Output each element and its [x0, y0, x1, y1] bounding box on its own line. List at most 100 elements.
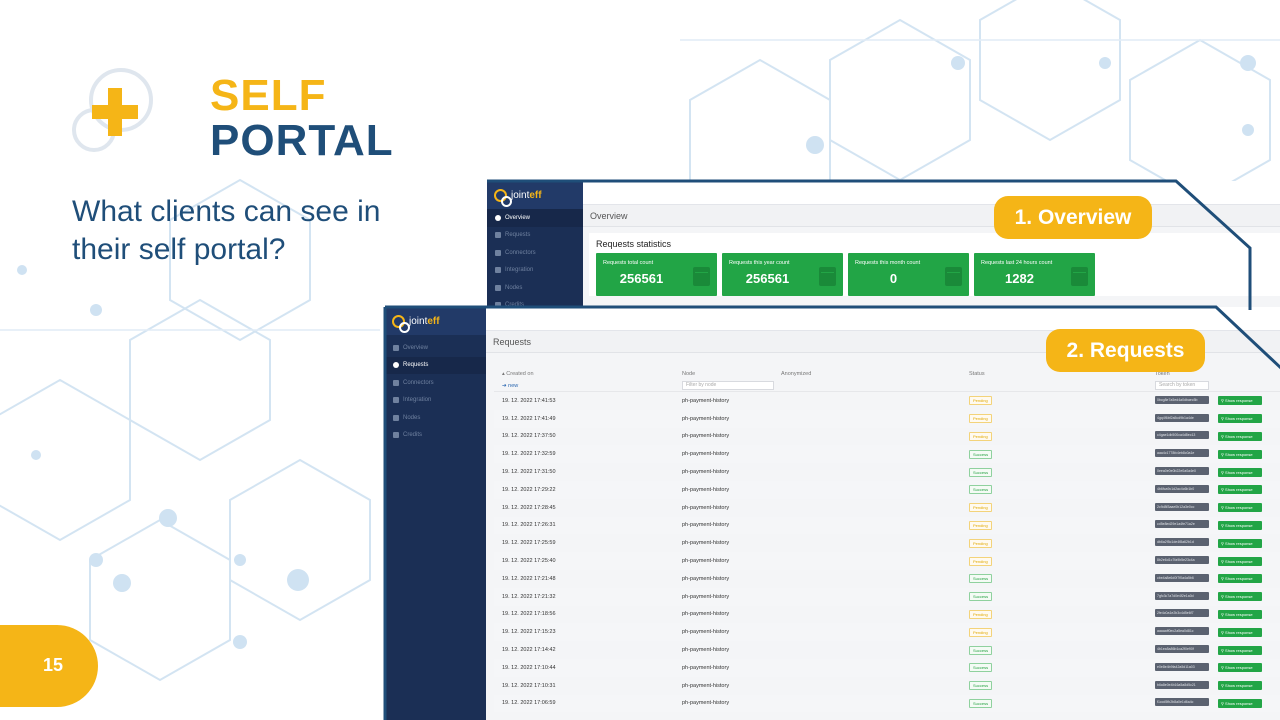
- token-chip[interactable]: 0eea0e0e0b22e0a0a4e0: [1155, 467, 1209, 476]
- col-token: Token: [1155, 371, 1170, 377]
- sidebar-item-integration[interactable]: Integration: [487, 262, 583, 280]
- cell-node: ph-payment-history: [682, 433, 730, 440]
- stat-card-month: Requests this month count 0: [848, 253, 969, 296]
- overview-main: Overview Requests statistics Requests to…: [583, 181, 1280, 311]
- table-row: 19. 12. 2022 17:41:53 ph-payment-history P…: [494, 392, 1280, 410]
- plug-icon: [495, 249, 501, 256]
- cell-node: ph-payment-history: [682, 415, 730, 422]
- token-chip[interactable]: 4b1ea5a86b1ca2f0e90f: [1155, 645, 1209, 654]
- cell-status: Success: [969, 645, 1155, 655]
- token-chip[interactable]: b6a8e0e4b16a5a8d5c21: [1155, 680, 1209, 689]
- status-badge: Success: [969, 449, 993, 459]
- show-response-button[interactable]: ⚲ Show response: [1218, 503, 1262, 513]
- token-chip[interactable]: 2fe4c0a1e2b3c4d5e6f7: [1155, 609, 1209, 618]
- token-chip[interactable]: 4gq4f6bf2a5cd9b1a4de: [1155, 413, 1209, 422]
- cell-status: Success: [969, 592, 1155, 602]
- cell-node: ph-payment-history: [682, 664, 730, 671]
- cell-action: ⚲ Show response: [1218, 396, 1268, 406]
- show-response-button[interactable]: ⚲ Show response: [1218, 414, 1262, 424]
- show-response-button[interactable]: ⚲ Show response: [1218, 538, 1262, 548]
- token-chip[interactable]: cd5e8ed29e1a4fe71a2e: [1155, 520, 1209, 529]
- token-chip[interactable]: aaaaaff0ec2a5ea0d81c: [1155, 627, 1209, 636]
- cell-token: 2fe4c0a1e2b3c4d5e6f7: [1155, 609, 1218, 619]
- show-response-button[interactable]: ⚲ Show response: [1218, 592, 1262, 602]
- table-row: 19. 12. 2022 17:10:44 ph-payment-history S…: [494, 658, 1280, 677]
- cell-created-on: 19. 12. 2022 17:06:59: [502, 700, 556, 707]
- jointeff-logo-icon: [494, 188, 512, 207]
- cell-action: ⚲ Show response: [1218, 609, 1268, 619]
- cell-created-on: 19. 12. 2022 17:41:49: [502, 415, 556, 422]
- table-row: 19. 12. 2022 17:06:59 ph-payment-history S…: [494, 694, 1280, 713]
- token-chip[interactable]: e0e8e4b9fa42a5d11a03: [1155, 662, 1209, 671]
- sidebar-item-requests[interactable]: Requests: [487, 227, 583, 245]
- cell-node: ph-payment-history: [682, 469, 730, 476]
- show-response-button[interactable]: ⚲ Show response: [1218, 449, 1262, 459]
- sidebar-item-overview[interactable]: Overview: [487, 209, 583, 227]
- show-response-button[interactable]: ⚲ Show response: [1218, 520, 1262, 530]
- status-badge: Pending: [969, 431, 992, 441]
- show-response-button[interactable]: ⚲ Show response: [1218, 467, 1262, 477]
- show-response-button[interactable]: ⚲ Show response: [1218, 681, 1262, 691]
- slide-subtitle: What clients can see in their self porta…: [72, 195, 381, 266]
- cell-action: ⚲ Show response: [1218, 645, 1268, 655]
- show-response-button[interactable]: ⚲ Show response: [1218, 663, 1262, 673]
- status-badge: Pending: [969, 520, 992, 530]
- sidebar-item-requests[interactable]: Requests: [385, 356, 486, 374]
- token-chip[interactable]: f1ccd5fb2b8a0e1d6a4c: [1155, 698, 1209, 707]
- cell-token: 4b1ea5a86b1ca2f0e90f: [1155, 645, 1218, 655]
- calendar-icon: [693, 267, 710, 286]
- table-header: ▴ Created on Node Anonymized Status Toke…: [494, 371, 1280, 380]
- cell-created-on: 19. 12. 2022 17:25:40: [502, 558, 556, 565]
- token-chip[interactable]: 2c9d8f3aae0b12a3e0cc: [1155, 502, 1209, 511]
- cell-status: Success: [969, 574, 1155, 584]
- token-chip[interactable]: 7gfc3c7a7d0e4f2e1a0d: [1155, 591, 1209, 600]
- sidebar-item-credits[interactable]: Credits: [385, 427, 486, 445]
- sidebar-item-connectors[interactable]: Connectors: [487, 244, 583, 262]
- sidebar-item-overview[interactable]: Overview: [385, 339, 486, 357]
- overview-page-title: Overview: [583, 205, 1280, 227]
- show-response-button[interactable]: ⚲ Show response: [1218, 609, 1262, 619]
- show-response-button[interactable]: ⚲ Show response: [1218, 627, 1262, 637]
- table-row: 19. 12. 2022 17:25:59 ph-payment-history P…: [494, 534, 1280, 552]
- token-chip[interactable]: db6a2f5c1de4f8a62b1d: [1155, 538, 1209, 547]
- show-response-button[interactable]: ⚲ Show response: [1218, 431, 1262, 441]
- col-status: Status: [969, 371, 985, 377]
- sidebar-item-nodes[interactable]: Nodes: [385, 409, 486, 427]
- sidebar-item-connectors[interactable]: Connectors: [385, 374, 486, 392]
- cell-status: Pending: [969, 503, 1155, 513]
- table-row: 19. 12. 2022 17:41:49 ph-payment-history P…: [494, 409, 1280, 428]
- overview-screenshot: jointeff Overview Requests Connectors In…: [487, 181, 1280, 311]
- col-anonymized: Anonymized: [781, 371, 812, 377]
- cell-action: ⚲ Show response: [1218, 592, 1268, 602]
- cell-token: 4gq4f6bf2a5cd9b1a4de: [1155, 413, 1218, 424]
- show-response-button[interactable]: ⚲ Show response: [1218, 698, 1262, 708]
- sidebar: jointeff Overview Requests Connectors In…: [487, 181, 583, 311]
- show-response-button[interactable]: ⚲ Show response: [1218, 485, 1262, 495]
- home-icon: [393, 344, 399, 351]
- refresh-icon: [393, 362, 399, 369]
- sidebar-item-integration[interactable]: Integration: [385, 392, 486, 410]
- brand-name: jointeff: [409, 315, 440, 327]
- token-chip[interactable]: c4gae1db500ca4d8ec13: [1155, 431, 1209, 440]
- token-chip[interactable]: 4b6fca9c1d2ac4c6b1b0: [1155, 484, 1209, 493]
- cell-token: c4gae1db500ca4d8ec13: [1155, 431, 1218, 441]
- refresh-icon: [495, 232, 501, 239]
- cell-node: ph-payment-history: [682, 540, 730, 547]
- panel-title: Requests statistics: [596, 239, 672, 249]
- token-search-input[interactable]: Search by token: [1155, 381, 1209, 390]
- new-request-link[interactable]: ➔ new: [494, 383, 682, 389]
- sidebar: jointeff Overview Requests Connectors In…: [385, 307, 486, 720]
- col-created-on[interactable]: ▴ Created on: [494, 371, 682, 380]
- show-response-button[interactable]: ⚲ Show response: [1218, 645, 1262, 655]
- table-row: 19. 12. 2022 17:25:40 ph-payment-history P…: [494, 552, 1280, 570]
- token-chip[interactable]: aaa4c1778fc4eb8c0a1e: [1155, 449, 1209, 458]
- show-response-button[interactable]: ⚲ Show response: [1218, 556, 1262, 566]
- token-chip[interactable]: 0bcg8e7a5ed4a0dbaec5b: [1155, 395, 1209, 404]
- node-filter-select[interactable]: Filter by node: [682, 381, 774, 390]
- show-response-button[interactable]: ⚲ Show response: [1218, 574, 1262, 584]
- cell-status: Success: [969, 467, 1155, 477]
- token-chip[interactable]: cbe4a8e6d0f7f0a4a5b6: [1155, 573, 1209, 582]
- token-chip[interactable]: 8b2e6d1c7fa9b5e23c4a: [1155, 556, 1209, 565]
- show-response-button[interactable]: ⚲ Show response: [1218, 396, 1262, 406]
- sidebar-item-nodes[interactable]: Nodes: [487, 279, 583, 297]
